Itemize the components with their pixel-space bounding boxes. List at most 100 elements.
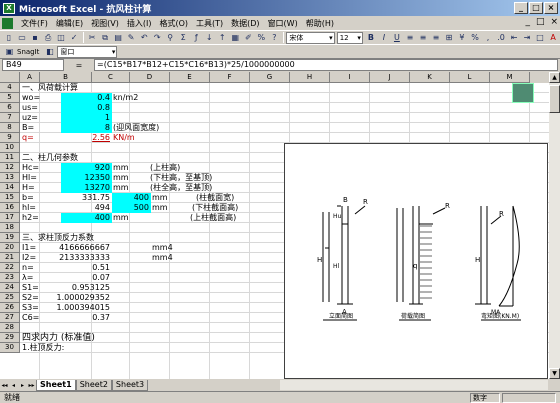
preview-icon[interactable]: ◫ bbox=[55, 32, 67, 44]
cell-a14[interactable]: H= bbox=[22, 183, 35, 193]
tab-next-button[interactable]: ▸ bbox=[18, 382, 27, 389]
row-header-8[interactable]: 8 bbox=[0, 123, 20, 133]
column-header-e[interactable]: E bbox=[170, 72, 210, 83]
cell-a4[interactable]: 一、风荷载计算 bbox=[22, 83, 78, 93]
column-header-d[interactable]: D bbox=[130, 72, 170, 83]
row-header-22[interactable]: 22 bbox=[0, 263, 20, 273]
cell-b15[interactable]: 331.75 bbox=[61, 193, 112, 203]
tab-last-button[interactable]: ▸▸ bbox=[27, 382, 36, 389]
column-header-f[interactable]: F bbox=[210, 72, 250, 83]
cell-d17[interactable]: (上柱截面高) bbox=[190, 213, 236, 223]
cell-e16[interactable]: (下柱截面高) bbox=[192, 203, 238, 213]
align-left-icon[interactable]: ≡ bbox=[404, 32, 416, 44]
sort-asc-icon[interactable]: ↓ bbox=[203, 32, 215, 44]
cell-a22[interactable]: n= bbox=[22, 263, 34, 273]
cell-b6[interactable]: 0.8 bbox=[61, 103, 112, 113]
row-header-21[interactable]: 21 bbox=[0, 253, 20, 263]
row-header-7[interactable]: 7 bbox=[0, 113, 20, 123]
select-all-corner[interactable] bbox=[0, 72, 20, 83]
help-icon[interactable]: ? bbox=[268, 32, 280, 44]
menu-format[interactable]: 格式(O) bbox=[155, 18, 192, 29]
cell-d16[interactable]: mm bbox=[152, 203, 168, 213]
column-header-l[interactable]: L bbox=[450, 72, 490, 83]
scroll-up-button[interactable]: ▲ bbox=[549, 72, 560, 83]
paste-icon[interactable]: ▤ bbox=[112, 32, 124, 44]
cut-icon[interactable]: ✂ bbox=[86, 32, 98, 44]
minimize-button[interactable]: _ bbox=[514, 2, 528, 14]
new-icon[interactable]: ▯ bbox=[3, 32, 15, 44]
borders-icon[interactable]: □ bbox=[534, 32, 546, 44]
row-header-11[interactable]: 11 bbox=[0, 153, 20, 163]
column-header-i[interactable]: I bbox=[330, 72, 370, 83]
cell-d20[interactable]: mm4 bbox=[152, 243, 173, 253]
column-header-g[interactable]: G bbox=[250, 72, 290, 83]
window-combo[interactable]: 窗口 bbox=[57, 45, 118, 58]
chart-wizard-icon[interactable]: ▦ bbox=[229, 32, 241, 44]
cell-d15[interactable]: mm bbox=[152, 193, 168, 203]
cell-a5[interactable]: wo= bbox=[22, 93, 40, 103]
align-center-icon[interactable]: ≡ bbox=[417, 32, 429, 44]
worksheet-grid[interactable]: ABCDEFGHIJKLM 4 5 6 7 8 9 10 11 12 13 14 15 16 17 18 19… bbox=[0, 72, 549, 379]
row-header-25[interactable]: 25 bbox=[0, 293, 20, 303]
menu-window[interactable]: 窗口(W) bbox=[264, 18, 302, 29]
cell-a11[interactable]: 二、柱几何参数 bbox=[22, 153, 78, 163]
row-header-26[interactable]: 26 bbox=[0, 303, 20, 313]
column-header-b[interactable]: B bbox=[40, 72, 92, 83]
column-header-m[interactable]: M bbox=[490, 72, 530, 83]
font-size-combo[interactable]: 12 bbox=[336, 31, 363, 44]
menu-view[interactable]: 视图(V) bbox=[87, 18, 123, 29]
formula-equals-icon[interactable]: = bbox=[64, 61, 94, 70]
cell-b13[interactable]: 12350 bbox=[61, 173, 112, 183]
cell-c16[interactable]: 500 bbox=[112, 203, 151, 213]
cell-b16[interactable]: 494 bbox=[61, 203, 112, 213]
cell-a15[interactable]: b= bbox=[22, 193, 34, 203]
percent-icon[interactable]: % bbox=[469, 32, 481, 44]
capture-icon[interactable]: ◧ bbox=[43, 46, 56, 58]
column-header-j[interactable]: J bbox=[370, 72, 410, 83]
cell-c5[interactable]: kn/m2 bbox=[113, 93, 138, 103]
undo-icon[interactable]: ↶ bbox=[138, 32, 150, 44]
comma-icon[interactable]: , bbox=[482, 32, 494, 44]
cell-a16[interactable]: hl= bbox=[22, 203, 36, 213]
outdent-icon[interactable]: ⇤ bbox=[508, 32, 520, 44]
cell-b22[interactable]: 0.51 bbox=[61, 263, 112, 273]
cell-a19[interactable]: 三、求柱顶反力系数 bbox=[22, 233, 94, 243]
cell-b5[interactable]: 0.4 bbox=[61, 93, 112, 103]
cell-a13[interactable]: Hl= bbox=[22, 173, 37, 183]
structural-drawing[interactable]: B R A H Hu Hl 立面简图 R q 荷载简图 R H MA 弯矩图(K… bbox=[284, 143, 548, 379]
tab-first-button[interactable]: ◂◂ bbox=[0, 382, 9, 389]
snagit-icon[interactable]: ▣ bbox=[3, 46, 16, 58]
row-header-23[interactable]: 23 bbox=[0, 273, 20, 283]
scroll-thumb[interactable] bbox=[549, 85, 560, 113]
cell-a17[interactable]: h2= bbox=[22, 213, 39, 223]
row-header-14[interactable]: 14 bbox=[0, 183, 20, 193]
cell-c9[interactable]: KN/m bbox=[113, 133, 135, 143]
row-header-12[interactable]: 12 bbox=[0, 163, 20, 173]
column-header-k[interactable]: K bbox=[410, 72, 450, 83]
cell-a8[interactable]: B= bbox=[22, 123, 34, 133]
horizontal-scrollbar[interactable] bbox=[280, 380, 548, 390]
menu-data[interactable]: 数据(D) bbox=[227, 18, 263, 29]
tab-sheet1[interactable]: Sheet1 bbox=[36, 379, 76, 391]
row-header-6[interactable]: 6 bbox=[0, 103, 20, 113]
row-header-28[interactable]: 28 bbox=[0, 323, 20, 333]
cell-b20[interactable]: 4166666667 bbox=[40, 243, 112, 253]
row-header-9[interactable]: 9 bbox=[0, 133, 20, 143]
close-button[interactable]: × bbox=[544, 2, 558, 14]
cell-c13[interactable]: mm bbox=[113, 173, 129, 183]
formula-input[interactable]: =(C15*B17*B12+C15*C16*B13)*25/1000000000 bbox=[94, 59, 558, 71]
row-header-24[interactable]: 24 bbox=[0, 283, 20, 293]
maximize-button[interactable]: □ bbox=[529, 2, 543, 14]
cell-b24[interactable]: 0.953125 bbox=[61, 283, 112, 293]
tab-prev-button[interactable]: ◂ bbox=[9, 382, 18, 389]
cell-b17[interactable]: 400 bbox=[61, 213, 112, 223]
sort-desc-icon[interactable]: ↑ bbox=[216, 32, 228, 44]
name-box[interactable]: B49 bbox=[2, 59, 64, 71]
cell-b12[interactable]: 920 bbox=[61, 163, 112, 173]
cell-b8[interactable]: 8 bbox=[61, 123, 112, 133]
decimal-icon[interactable]: .0 bbox=[495, 32, 507, 44]
menu-help[interactable]: 帮助(H) bbox=[302, 18, 338, 29]
font-combo[interactable]: 宋体 bbox=[286, 31, 335, 44]
doc-minimize-button[interactable]: _ bbox=[525, 17, 530, 27]
cell-a27[interactable]: C6= bbox=[22, 313, 39, 323]
